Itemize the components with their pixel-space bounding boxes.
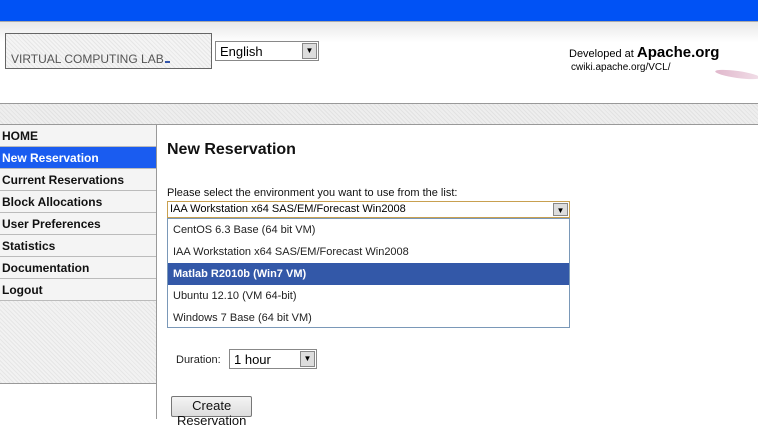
sidebar-item-block-allocations[interactable]: Block Allocations [0,191,156,213]
environment-option[interactable]: Windows 7 Base (64 bit VM) [168,307,569,329]
environment-prompt: Please select the environment you want t… [167,187,458,199]
header: VIRTUAL COMPUTING LAB English ▼ Developed… [0,22,758,104]
duration-label: Duration: [176,354,221,366]
duration-value: 1 hour [234,352,271,367]
apache-url: cwiki.apache.org/VCL/ [571,62,671,73]
apache-feather-icon [714,67,758,82]
top-bar [0,0,758,22]
apache-credit[interactable]: Developed at Apache.org cwiki.apache.org/… [569,44,719,73]
language-select[interactable]: English ▼ [215,41,319,61]
chevron-down-icon: ▼ [300,351,315,367]
sidebar-item-new-reservation[interactable]: New Reservation [0,147,156,169]
sidebar-item-current-reservations[interactable]: Current Reservations [0,169,156,191]
logo-cursor [164,61,170,63]
environment-dropdown-list: CentOS 6.3 Base (64 bit VM) IAA Workstat… [167,218,570,328]
sidebar-item-statistics[interactable]: Statistics [0,235,156,257]
create-reservation-button[interactable]: Create Reservation [171,396,253,428]
header-band [0,104,758,125]
sidebar-item-user-preferences[interactable]: User Preferences [0,213,156,235]
environment-select[interactable]: IAA Workstation x64 SAS/EM/Forecast Win2… [167,201,570,218]
sidebar-item-documentation[interactable]: Documentation [0,257,156,279]
chevron-down-icon: ▼ [553,203,568,216]
logo-text: VIRTUAL COMPUTING LAB [11,52,164,66]
apache-text: Apache.org [636,44,720,61]
developed-at-text: Developed at [569,48,634,60]
page-title: New Reservation [167,141,296,158]
sidebar: HOME New Reservation Current Reservation… [0,125,157,419]
chevron-down-icon: ▼ [302,43,317,59]
environment-value: IAA Workstation x64 SAS/EM/Forecast Win2… [170,203,406,215]
language-value: English [220,44,263,59]
environment-option[interactable]: IAA Workstation x64 SAS/EM/Forecast Win2… [168,241,569,263]
sidebar-footer [0,383,156,419]
sidebar-item-home[interactable]: HOME [0,125,156,147]
environment-option-highlighted[interactable]: Matlab R2010b (Win7 VM) [168,263,569,285]
environment-option[interactable]: Ubuntu 12.10 (VM 64-bit) [168,285,569,307]
duration-select[interactable]: 1 hour ▼ [229,349,317,369]
environment-option[interactable]: CentOS 6.3 Base (64 bit VM) [168,219,569,241]
sidebar-item-logout[interactable]: Logout [0,279,156,301]
vcl-logo[interactable]: VIRTUAL COMPUTING LAB [5,33,212,69]
